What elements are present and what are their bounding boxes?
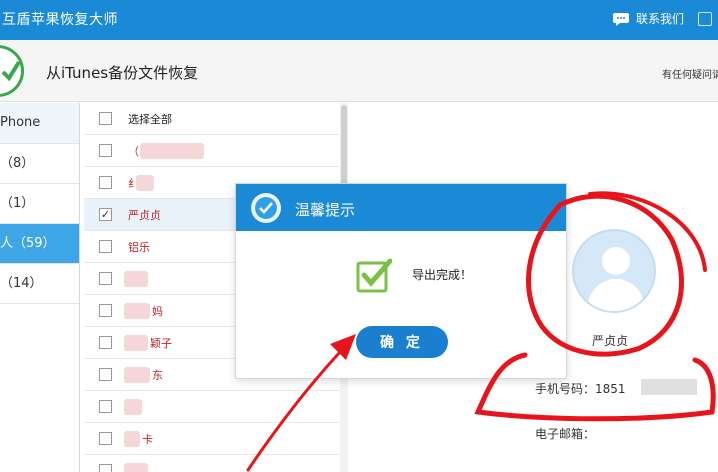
row-checkbox[interactable] bbox=[99, 304, 112, 317]
redacted-text bbox=[124, 399, 142, 415]
sidebar-item-label: （1） bbox=[0, 196, 35, 211]
contact-name: 东 bbox=[152, 369, 163, 382]
select-all-label: 选择全部 bbox=[128, 113, 172, 126]
category-sidebar: Phone （8） （1） 人（59） （14） bbox=[0, 103, 80, 472]
dialog-message: 导出完成！ bbox=[412, 268, 473, 282]
sidebar-item-category[interactable]: （1） bbox=[0, 184, 79, 224]
app-title: 互盾苹果恢复大师 bbox=[2, 12, 118, 28]
app-logo bbox=[0, 45, 24, 97]
avatar-body-shape bbox=[588, 279, 644, 311]
sidebar-item-label: 人（59） bbox=[0, 236, 56, 251]
check-logo-icon bbox=[1, 60, 21, 82]
row-checkbox-checked[interactable]: ✓ bbox=[99, 208, 112, 221]
redacted-text bbox=[124, 431, 140, 447]
contact-name: 铝乐 bbox=[128, 241, 150, 254]
select-all-row[interactable]: 选择全部 bbox=[84, 103, 342, 135]
chat-icon bbox=[613, 12, 629, 26]
redacted-text bbox=[124, 303, 150, 319]
row-checkbox[interactable] bbox=[99, 240, 112, 253]
redacted-text bbox=[140, 143, 204, 159]
email-label: 电子邮箱： bbox=[535, 427, 596, 441]
contact-name: 卡 bbox=[142, 433, 153, 446]
list-item[interactable] bbox=[84, 391, 342, 423]
redacted-phone bbox=[641, 379, 697, 395]
list-item[interactable] bbox=[84, 455, 342, 472]
row-checkbox[interactable] bbox=[99, 272, 112, 285]
contact-name: 颖子 bbox=[150, 337, 172, 350]
ok-button[interactable]: 确 定 bbox=[356, 326, 448, 358]
sidebar-item-label: （14） bbox=[0, 276, 43, 291]
row-checkbox[interactable] bbox=[99, 368, 112, 381]
contact-name: （ bbox=[128, 145, 139, 158]
dialog-header: 温馨提示 bbox=[236, 184, 566, 231]
sidebar-item-category[interactable]: （14） bbox=[0, 264, 79, 304]
avatar-head-shape bbox=[602, 247, 630, 275]
select-all-checkbox[interactable] bbox=[99, 112, 112, 125]
sidebar-item-device[interactable]: Phone bbox=[0, 103, 79, 144]
contact-detail-name: 严贞贞 bbox=[592, 334, 629, 348]
contact-avatar bbox=[572, 229, 656, 313]
minimize-button[interactable] bbox=[698, 12, 712, 26]
list-item[interactable]: （ bbox=[84, 135, 342, 167]
page-title: 从iTunes备份文件恢复 bbox=[46, 64, 199, 82]
row-checkbox[interactable] bbox=[99, 176, 112, 189]
sidebar-item-contacts[interactable]: 人（59） bbox=[0, 224, 79, 264]
row-checkbox[interactable] bbox=[99, 336, 112, 349]
contact-name: 妈 bbox=[152, 305, 163, 318]
phone-number-label: 手机号码：1851 bbox=[535, 382, 626, 396]
row-checkbox[interactable] bbox=[99, 432, 112, 445]
list-item[interactable]: 卡 bbox=[84, 423, 342, 455]
sidebar-item-label: （8） bbox=[0, 156, 35, 171]
redacted-text bbox=[124, 271, 148, 287]
contact-us-label: 联系我们 bbox=[636, 12, 685, 26]
redacted-text bbox=[124, 463, 148, 472]
sidebar-item-label: Phone bbox=[0, 115, 41, 130]
app-window: 互盾苹果恢复大师 联系我们 从iTunes备份文件恢复 有任何疑问请 Phone… bbox=[0, 0, 718, 472]
help-link[interactable]: 有任何疑问请 bbox=[662, 66, 718, 81]
success-check-icon bbox=[356, 258, 392, 293]
page-header: 从iTunes备份文件恢复 有任何疑问请 bbox=[0, 40, 718, 102]
dialog-title: 温馨提示 bbox=[295, 201, 356, 219]
row-checkbox[interactable] bbox=[99, 144, 112, 157]
redacted-text bbox=[136, 175, 154, 191]
row-checkbox[interactable] bbox=[99, 464, 112, 472]
contact-name: 严贞贞 bbox=[128, 209, 161, 222]
notice-dialog: 温馨提示 导出完成！ 确 定 bbox=[235, 183, 567, 379]
title-bar: 互盾苹果恢复大师 联系我们 bbox=[0, 0, 718, 40]
row-checkbox[interactable] bbox=[99, 400, 112, 413]
redacted-text bbox=[124, 367, 150, 383]
redacted-text bbox=[124, 335, 148, 351]
window-controls bbox=[698, 12, 712, 26]
contact-us-button[interactable]: 联系我们 bbox=[612, 10, 684, 27]
shield-logo-icon bbox=[251, 193, 281, 223]
sidebar-item-category[interactable]: （8） bbox=[0, 144, 79, 184]
